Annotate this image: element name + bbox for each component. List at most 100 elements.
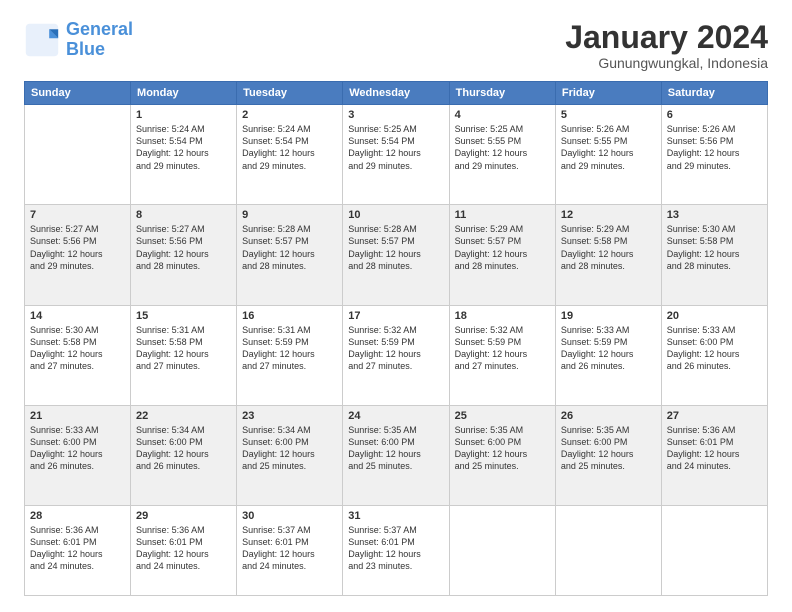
week-row-4: 21 Sunrise: 5:33 AM Sunset: 6:00 PM Dayli…	[25, 405, 768, 505]
logo-text: General Blue	[66, 20, 133, 60]
day-number: 21	[30, 410, 125, 422]
cell-week2-day4: 10Sunrise: 5:28 AM Sunset: 5:57 PM Dayli…	[343, 205, 449, 305]
day-number: 27	[667, 410, 762, 422]
calendar-title: January 2024	[565, 20, 768, 55]
day-number: 20	[667, 310, 762, 322]
page: General Blue January 2024 Gunungwungkal,…	[0, 0, 792, 612]
day-info: Sunrise: 5:24 AM Sunset: 5:54 PM Dayligh…	[136, 123, 231, 172]
cell-week5-day3: 30 Sunrise: 5:37 AM Sunset: 6:01 PM Dayli…	[237, 505, 343, 595]
day-info: Sunrise: 5:37 AM Sunset: 6:01 PM Dayligh…	[348, 524, 443, 573]
calendar-table: Sunday Monday Tuesday Wednesday Thursday…	[24, 81, 768, 596]
day-number: 31	[348, 510, 443, 522]
day-info: Sunrise: 5:34 AM Sunset: 6:00 PM Dayligh…	[242, 424, 337, 473]
cell-week5-day6	[555, 505, 661, 595]
day-info: Sunrise: 5:35 AM Sunset: 6:00 PM Dayligh…	[561, 424, 656, 473]
header-thursday: Thursday	[449, 82, 555, 105]
calendar-subtitle: Gunungwungkal, Indonesia	[565, 55, 768, 71]
day-info: Sunrise: 5:31 AM Sunset: 5:59 PM Dayligh…	[242, 324, 337, 373]
cell-week2-day1: 7Sunrise: 5:27 AM Sunset: 5:56 PM Daylig…	[25, 205, 131, 305]
day-number: 26	[561, 410, 656, 422]
day-number: 29	[136, 510, 231, 522]
day-info: Sunrise: 5:33 AM Sunset: 6:00 PM Dayligh…	[667, 324, 762, 373]
day-number: 8	[136, 209, 231, 221]
day-info: Sunrise: 5:29 AM Sunset: 5:58 PM Dayligh…	[561, 223, 656, 272]
day-info: Sunrise: 5:25 AM Sunset: 5:54 PM Dayligh…	[348, 123, 443, 172]
cell-week4-day6: 26 Sunrise: 5:35 AM Sunset: 6:00 PM Dayli…	[555, 405, 661, 505]
cell-week4-day7: 27 Sunrise: 5:36 AM Sunset: 6:01 PM Dayli…	[661, 405, 767, 505]
day-info: Sunrise: 5:36 AM Sunset: 6:01 PM Dayligh…	[136, 524, 231, 573]
day-info: Sunrise: 5:33 AM Sunset: 6:00 PM Dayligh…	[30, 424, 125, 473]
cell-week3-day6: 19 Sunrise: 5:33 AM Sunset: 5:59 PM Dayli…	[555, 305, 661, 405]
day-number: 1	[136, 109, 231, 121]
cell-week4-day4: 24 Sunrise: 5:35 AM Sunset: 6:00 PM Dayli…	[343, 405, 449, 505]
day-info: Sunrise: 5:30 AM Sunset: 5:58 PM Dayligh…	[30, 324, 125, 373]
cell-week4-day5: 25 Sunrise: 5:35 AM Sunset: 6:00 PM Dayli…	[449, 405, 555, 505]
cell-week2-day2: 8 Sunrise: 5:27 AM Sunset: 5:56 PM Daylig…	[131, 205, 237, 305]
day-info: Sunrise: 5:29 AM Sunset: 5:57 PM Dayligh…	[455, 223, 550, 272]
cell-week5-day1: 28Sunrise: 5:36 AM Sunset: 6:01 PM Dayli…	[25, 505, 131, 595]
day-info: Sunrise: 5:35 AM Sunset: 6:00 PM Dayligh…	[455, 424, 550, 473]
day-number: 5	[561, 109, 656, 121]
day-info: Sunrise: 5:35 AM Sunset: 6:00 PM Dayligh…	[348, 424, 443, 473]
week-row-1: 1 Sunrise: 5:24 AM Sunset: 5:54 PM Daylig…	[25, 105, 768, 205]
day-number: 13	[667, 209, 762, 221]
logo-icon	[24, 22, 60, 58]
cell-week3-day4: 17Sunrise: 5:32 AM Sunset: 5:59 PM Dayli…	[343, 305, 449, 405]
cell-week5-day2: 29 Sunrise: 5:36 AM Sunset: 6:01 PM Dayli…	[131, 505, 237, 595]
header-wednesday: Wednesday	[343, 82, 449, 105]
day-info: Sunrise: 5:26 AM Sunset: 5:55 PM Dayligh…	[561, 123, 656, 172]
cell-week1-day2: 1 Sunrise: 5:24 AM Sunset: 5:54 PM Daylig…	[131, 105, 237, 205]
header: General Blue January 2024 Gunungwungkal,…	[24, 20, 768, 71]
cell-week2-day5: 11 Sunrise: 5:29 AM Sunset: 5:57 PM Dayli…	[449, 205, 555, 305]
day-info: Sunrise: 5:33 AM Sunset: 5:59 PM Dayligh…	[561, 324, 656, 373]
day-info: Sunrise: 5:27 AM Sunset: 5:56 PM Dayligh…	[136, 223, 231, 272]
logo: General Blue	[24, 20, 133, 60]
cell-week1-day6: 5 Sunrise: 5:26 AM Sunset: 5:55 PM Daylig…	[555, 105, 661, 205]
day-number: 28	[30, 510, 125, 522]
header-friday: Friday	[555, 82, 661, 105]
cell-week1-day7: 6 Sunrise: 5:26 AM Sunset: 5:56 PM Daylig…	[661, 105, 767, 205]
week-row-2: 7 Sunrise: 5:27 AM Sunset: 5:56 PM Daylig…	[25, 205, 768, 305]
day-number: 25	[455, 410, 550, 422]
cell-week4-day2: 22Sunrise: 5:34 AM Sunset: 6:00 PM Dayli…	[131, 405, 237, 505]
day-number: 19	[561, 310, 656, 322]
day-number: 4	[455, 109, 550, 121]
header-monday: Monday	[131, 82, 237, 105]
day-number: 9	[242, 209, 337, 221]
cell-week5-day7	[661, 505, 767, 595]
cell-week1-day4: 3 Sunrise: 5:25 AM Sunset: 5:54 PM Daylig…	[343, 105, 449, 205]
day-info: Sunrise: 5:26 AM Sunset: 5:56 PM Dayligh…	[667, 123, 762, 172]
cell-week5-day4: 31 Sunrise: 5:37 AM Sunset: 6:01 PM Dayli…	[343, 505, 449, 595]
cell-week3-day5: 18Sunrise: 5:32 AM Sunset: 5:59 PM Dayli…	[449, 305, 555, 405]
header-tuesday: Tuesday	[237, 82, 343, 105]
day-number: 7	[30, 209, 125, 221]
logo-line2: Blue	[66, 39, 105, 59]
day-info: Sunrise: 5:25 AM Sunset: 5:55 PM Dayligh…	[455, 123, 550, 172]
day-info: Sunrise: 5:28 AM Sunset: 5:57 PM Dayligh…	[348, 223, 443, 272]
weekday-header-row: Sunday Monday Tuesday Wednesday Thursday…	[25, 82, 768, 105]
cell-week4-day3: 23 Sunrise: 5:34 AM Sunset: 6:00 PM Dayli…	[237, 405, 343, 505]
day-number: 3	[348, 109, 443, 121]
header-sunday: Sunday	[25, 82, 131, 105]
cell-week2-day6: 12Sunrise: 5:29 AM Sunset: 5:58 PM Dayli…	[555, 205, 661, 305]
cell-week3-day7: 20 Sunrise: 5:33 AM Sunset: 6:00 PM Dayli…	[661, 305, 767, 405]
day-number: 30	[242, 510, 337, 522]
day-number: 15	[136, 310, 231, 322]
day-info: Sunrise: 5:28 AM Sunset: 5:57 PM Dayligh…	[242, 223, 337, 272]
day-number: 24	[348, 410, 443, 422]
cell-week1-day3: 2Sunrise: 5:24 AM Sunset: 5:54 PM Daylig…	[237, 105, 343, 205]
week-row-5: 28 Sunrise: 5:36 AM Sunset: 6:01 PM Dayli…	[25, 505, 768, 595]
cell-week1-day1	[25, 105, 131, 205]
day-number: 23	[242, 410, 337, 422]
day-info: Sunrise: 5:24 AM Sunset: 5:54 PM Dayligh…	[242, 123, 337, 172]
day-info: Sunrise: 5:31 AM Sunset: 5:58 PM Dayligh…	[136, 324, 231, 373]
day-number: 6	[667, 109, 762, 121]
day-info: Sunrise: 5:36 AM Sunset: 6:01 PM Dayligh…	[667, 424, 762, 473]
day-number: 11	[455, 209, 550, 221]
cell-week5-day5	[449, 505, 555, 595]
cell-week2-day7: 13Sunrise: 5:30 AM Sunset: 5:58 PM Dayli…	[661, 205, 767, 305]
logo-line1: General	[66, 19, 133, 39]
day-info: Sunrise: 5:37 AM Sunset: 6:01 PM Dayligh…	[242, 524, 337, 573]
cell-week3-day1: 14Sunrise: 5:30 AM Sunset: 5:58 PM Dayli…	[25, 305, 131, 405]
title-block: January 2024 Gunungwungkal, Indonesia	[565, 20, 768, 71]
